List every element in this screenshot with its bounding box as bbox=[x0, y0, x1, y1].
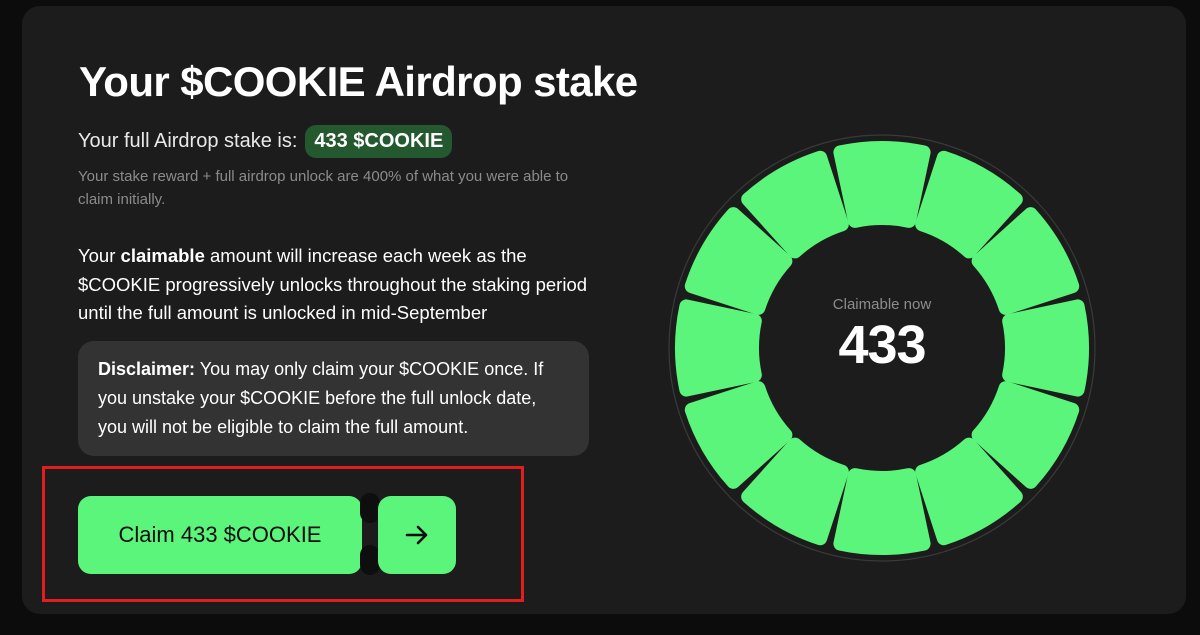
description-pre: Your bbox=[78, 245, 121, 266]
page-title: Your $COOKIE Airdrop stake bbox=[79, 58, 638, 105]
ticket-notch-bottom bbox=[360, 545, 380, 575]
disclaimer-box: Disclaimer: You may only claim your $COO… bbox=[78, 341, 589, 456]
progress-segment bbox=[1002, 299, 1089, 397]
stake-label: Your full Airdrop stake is: bbox=[78, 129, 298, 152]
stake-summary: Your full Airdrop stake is: 433 $COOKIE bbox=[78, 124, 453, 158]
progress-segment bbox=[675, 299, 762, 397]
claimable-now-label: Claimable now bbox=[832, 296, 932, 313]
progress-segment bbox=[833, 141, 931, 228]
ticket-notch-top bbox=[360, 493, 380, 523]
arrow-right-icon bbox=[405, 525, 428, 545]
disclaimer-label: Disclaimer: bbox=[98, 359, 196, 379]
claim-button[interactable]: Claim 433 $COOKIE bbox=[78, 496, 362, 574]
progress-segment bbox=[833, 468, 931, 555]
claimable-description: Your claimable amount will increase each… bbox=[78, 242, 608, 328]
claim-arrow-button[interactable] bbox=[378, 496, 456, 574]
claimable-now-value: 433 bbox=[838, 315, 926, 375]
claim-button-label: Claim 433 $COOKIE bbox=[118, 522, 322, 547]
stake-amount-badge: 433 $COOKIE bbox=[305, 124, 453, 158]
description-emphasis: claimable bbox=[120, 245, 205, 266]
stake-note: Your stake reward + full airdrop unlock … bbox=[78, 168, 569, 208]
